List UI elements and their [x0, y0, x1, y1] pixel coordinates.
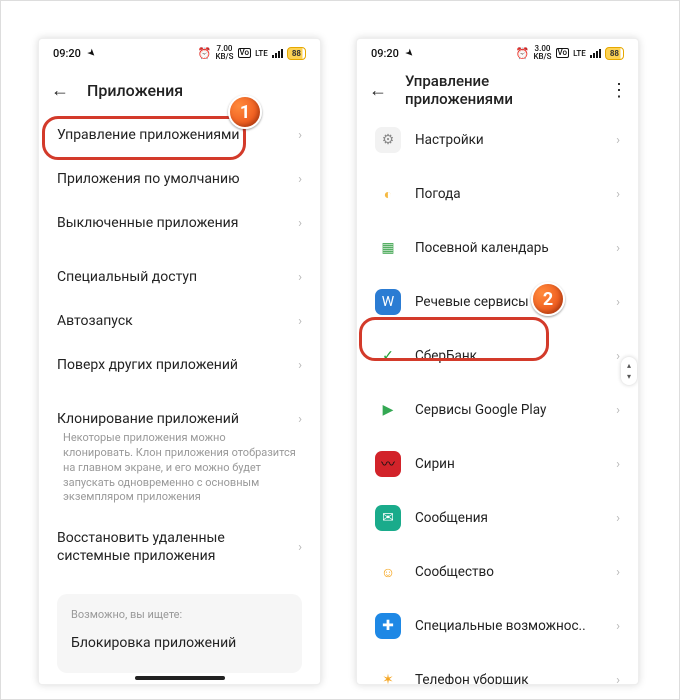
- settings-list: Управление приложениями › Приложения по …: [39, 113, 320, 673]
- chevron-right-icon: ›: [616, 403, 620, 418]
- status-time: 09:20: [53, 47, 81, 60]
- app-label: Речевые сервисы Goo..: [415, 294, 602, 310]
- step-badge-2: 2: [531, 282, 565, 316]
- row-restore-system-apps[interactable]: Восстановить удаленные системные приложе…: [45, 515, 314, 579]
- net-speed: 7.00 KB/S: [215, 45, 233, 61]
- app-label: Сообщество: [415, 564, 602, 580]
- back-button[interactable]: ←: [369, 80, 387, 101]
- page-title: Управление приложениями: [405, 72, 592, 108]
- status-time: 09:20: [371, 47, 399, 60]
- row-autostart[interactable]: Автозапуск ›: [45, 299, 314, 343]
- home-indicator[interactable]: [135, 676, 225, 680]
- row-disabled-apps[interactable]: Выключенные приложения ›: [45, 201, 314, 245]
- app-row[interactable]: ☺ Сообщество ›: [363, 545, 632, 599]
- phone-screen-apps: 09:20 ➤ ⏰ 7.00 KB/S Vo LTE 88 ← Приложен…: [38, 38, 321, 685]
- chevron-right-icon: ›: [616, 133, 620, 148]
- status-bar: 09:20 ➤ ⏰ 3.00 KB/S Vo LTE 88: [357, 39, 638, 67]
- chevron-right-icon: ›: [616, 673, 620, 686]
- app-label: Специальные возможнос..: [415, 618, 602, 634]
- lte-icon: LTE: [255, 49, 268, 58]
- app-icon: ✓: [375, 343, 401, 369]
- chevron-down-icon: ▾: [627, 372, 631, 381]
- app-icon: ⚙: [375, 127, 401, 153]
- row-clone-apps[interactable]: Клонирование приложений ›: [45, 397, 314, 431]
- chevron-right-icon: ›: [616, 241, 620, 256]
- chevron-right-icon: ›: [298, 128, 302, 143]
- lte-icon: LTE: [573, 49, 586, 58]
- row-default-apps[interactable]: Приложения по умолчанию ›: [45, 157, 314, 201]
- chevron-right-icon: ›: [616, 619, 620, 634]
- app-icon: ▶: [375, 397, 401, 423]
- app-row[interactable]: ✚ Специальные возможнос.. ›: [363, 599, 632, 653]
- search-hint: Возможно, вы ищете:: [71, 608, 288, 621]
- app-list: ⚙Настройки›◐Погода›▦Посевной календарь›W…: [357, 113, 638, 685]
- chevron-right-icon: ›: [298, 270, 302, 285]
- app-label: Телефон уборщик: [415, 672, 602, 685]
- app-row[interactable]: W Речевые сервисы Goo.. ›: [363, 275, 632, 329]
- location-icon: ➤: [402, 46, 416, 60]
- titlebar: ← Управление приложениями ⋮: [357, 67, 638, 113]
- alarm-icon: ⏰: [516, 47, 530, 60]
- app-row[interactable]: 〰 Сирин ›: [363, 437, 632, 491]
- scroll-handle[interactable]: ▴ ▾: [621, 357, 637, 385]
- app-icon: ◐: [375, 181, 401, 207]
- volte-icon: Vo: [556, 48, 570, 58]
- battery-icon: 88: [287, 47, 306, 60]
- status-bar: 09:20 ➤ ⏰ 7.00 KB/S Vo LTE 88: [39, 39, 320, 67]
- app-row[interactable]: ✶ Телефон уборщик ›: [363, 653, 632, 685]
- chevron-right-icon: ›: [298, 412, 302, 427]
- back-button[interactable]: ←: [51, 80, 69, 101]
- app-row[interactable]: ✉ Сообщения ›: [363, 491, 632, 545]
- chevron-right-icon: ›: [298, 216, 302, 231]
- app-icon: ✉: [375, 505, 401, 531]
- app-label: Сервисы Google Play: [415, 402, 602, 418]
- chevron-right-icon: ›: [616, 187, 620, 202]
- app-icon: ✶: [375, 667, 401, 685]
- more-menu-button[interactable]: ⋮: [610, 80, 626, 101]
- chevron-right-icon: ›: [616, 295, 620, 310]
- titlebar: ← Приложения: [39, 67, 320, 113]
- chevron-right-icon: ›: [298, 172, 302, 187]
- chevron-right-icon: ›: [616, 457, 620, 472]
- app-label: Посевной календарь: [415, 240, 602, 256]
- signal-icon: [272, 49, 283, 58]
- signal-icon: [590, 49, 601, 58]
- step-badge-1: 1: [228, 95, 262, 129]
- chevron-right-icon: ›: [298, 358, 302, 373]
- app-label: Сообщения: [415, 510, 602, 526]
- app-label: СберБанк: [415, 348, 602, 364]
- chevron-up-icon: ▴: [627, 361, 631, 370]
- alarm-icon: ⏰: [198, 47, 212, 60]
- app-label: Настройки: [415, 132, 602, 148]
- app-icon: ✚: [375, 613, 401, 639]
- app-icon: ☺: [375, 559, 401, 585]
- app-row[interactable]: ▶ Сервисы Google Play ›: [363, 383, 632, 437]
- row-special-access[interactable]: Специальный доступ ›: [45, 255, 314, 299]
- location-icon: ➤: [84, 46, 98, 60]
- app-row[interactable]: ▦ Посевной календарь ›: [363, 221, 632, 275]
- suggestion-app-lock[interactable]: Блокировка приложений: [71, 631, 288, 655]
- app-icon: ▦: [375, 235, 401, 261]
- volte-icon: Vo: [238, 48, 252, 58]
- app-row[interactable]: ⚙ Настройки ›: [363, 113, 632, 167]
- app-label: Сирин: [415, 456, 602, 472]
- phone-screen-manage-apps: 09:20 ➤ ⏰ 3.00 KB/S Vo LTE 88 ← Управлен…: [356, 38, 639, 685]
- net-speed: 3.00 KB/S: [533, 45, 551, 61]
- app-icon: W: [375, 289, 401, 315]
- battery-icon: 88: [605, 47, 624, 60]
- chevron-right-icon: ›: [616, 511, 620, 526]
- chevron-right-icon: ›: [298, 314, 302, 329]
- app-row[interactable]: ✓ СберБанк ›: [363, 329, 632, 383]
- app-icon: 〰: [375, 451, 401, 477]
- chevron-right-icon: ›: [616, 565, 620, 580]
- search-suggestion-card: Возможно, вы ищете: Блокировка приложени…: [57, 594, 302, 673]
- chevron-right-icon: ›: [616, 349, 620, 364]
- row-manage-apps[interactable]: Управление приложениями ›: [45, 113, 314, 157]
- page-title: Приложения: [87, 81, 183, 100]
- clone-description: Некоторые приложения можно клонировать. …: [45, 431, 314, 515]
- chevron-right-icon: ›: [298, 540, 302, 555]
- row-draw-over[interactable]: Поверх других приложений ›: [45, 343, 314, 387]
- app-label: Погода: [415, 186, 602, 202]
- app-row[interactable]: ◐ Погода ›: [363, 167, 632, 221]
